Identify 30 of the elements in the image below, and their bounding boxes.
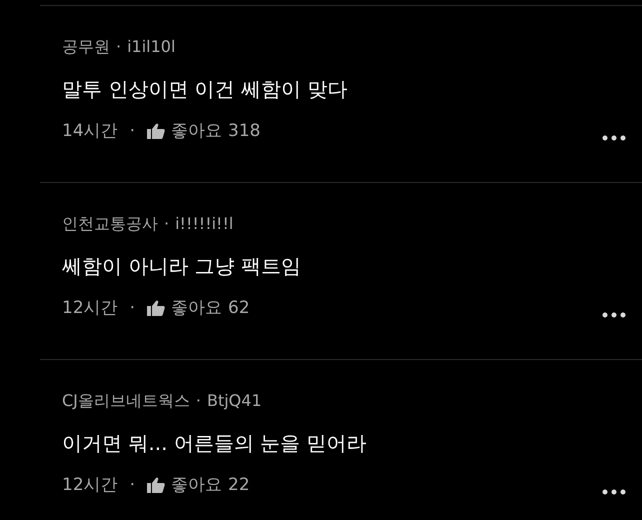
author-nickname: i1il10l (127, 36, 176, 58)
author-company: CJ올리브네트웍스 (62, 390, 190, 412)
separator-dot: · (196, 390, 201, 412)
separator-dot: · (130, 120, 136, 142)
author-nickname: i!!!!!i!!l (175, 213, 234, 235)
separator-dot: · (164, 213, 170, 235)
comment-time: 12시간 (62, 474, 118, 496)
separator-dot: · (116, 36, 122, 58)
like-count: 318 (228, 120, 260, 142)
thumbs-up-icon (147, 300, 166, 316)
like-label[interactable]: 좋아요 (171, 474, 222, 496)
like-label[interactable]: 좋아요 (171, 297, 222, 319)
more-options-icon[interactable] (602, 489, 626, 495)
comment-text: 쎄함이 아니라 그냥 팩트임 (62, 254, 302, 278)
like-label[interactable]: 좋아요 (171, 120, 222, 142)
comment-time: 12시간 (62, 297, 118, 319)
author-nickname: BtjQ41 (206, 390, 262, 412)
comment-text: 말투 인상이면 이건 쎄함이 맞다 (62, 77, 348, 101)
separator-dot: · (130, 474, 136, 496)
thumbs-up-icon (147, 477, 166, 493)
separator-dot: · (130, 297, 136, 319)
author-company: 인천교통공사 (62, 213, 158, 235)
like-count: 22 (228, 474, 250, 496)
like-count: 62 (228, 297, 250, 319)
comment-text: 이거면 뭐... 어른들의 눈을 믿어라 (62, 431, 367, 455)
more-options-icon[interactable] (602, 312, 626, 318)
author-company: 공무원 (62, 36, 110, 58)
thumbs-up-icon (147, 123, 166, 139)
more-options-icon[interactable] (602, 135, 626, 141)
comment-time: 14시간 (62, 120, 118, 142)
